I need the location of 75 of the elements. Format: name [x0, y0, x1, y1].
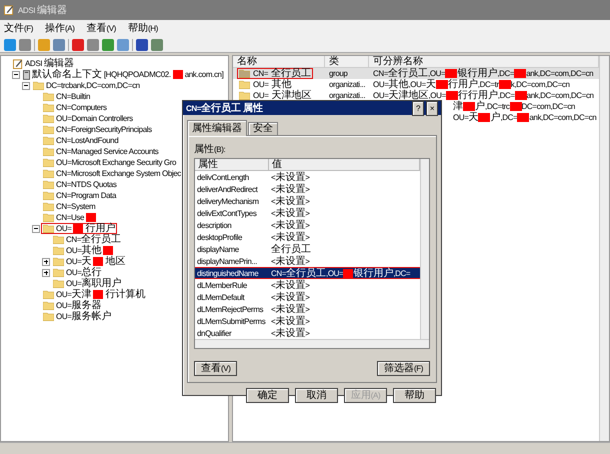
dn-cell: ank,DC=com,DC=cn: [529, 112, 596, 123]
attribute-name: deliverAndRedirect: [197, 184, 258, 194]
attribute-value: 全行员工: [271, 244, 311, 254]
dn-cell: 行行用户,DC=: [458, 90, 515, 101]
dn-cell: OU=天: [453, 112, 478, 123]
tree-item-label: 默认命名上下文 [HQHQPOADMC02.: [32, 69, 171, 80]
dn-cell: 行用户,DC=tr: [448, 79, 499, 90]
tree-item-label: OU=其他: [66, 245, 102, 256]
attribute-value: CN=全行员工,OU=: [271, 268, 344, 278]
tree-item-label: CN=Program Data: [56, 190, 116, 201]
dn-cell: 户,DC=trc: [475, 101, 510, 112]
attribute-value: <未设置>: [271, 280, 310, 290]
attribute-value: <未设置>: [271, 292, 310, 302]
tree-item-label: CN=Use: [56, 212, 84, 223]
tree-item-label: OU=离职用户: [66, 278, 122, 289]
window-title: ADSI 编辑器: [18, 4, 67, 18]
tree-item-label: CN=Builtin: [56, 91, 90, 102]
tree-item-label: ank.com.cn]: [184, 69, 224, 80]
tree-item-label: OU=天: [66, 256, 92, 267]
dn-cell: DC=com,DC=cn: [522, 101, 575, 112]
tree-item-label: CN=LostAndFound: [56, 135, 118, 146]
tree-item-label: ADSI 编辑器: [25, 58, 74, 69]
attribute-value: <未设置>: [271, 232, 310, 242]
attribute-value: <未设置>: [271, 256, 310, 266]
tree-item-label: 地区: [105, 256, 126, 267]
attribute-value: <未设置>: [271, 328, 310, 338]
tree-item-label: CN=System: [56, 201, 96, 212]
tree-item-label: OU=: [56, 223, 72, 234]
attribute-name: displayName: [197, 244, 239, 254]
tree-item-label: 行计算机: [105, 289, 146, 300]
tree-item-label: DC=trcbank,DC=com,DC=cn: [46, 80, 140, 91]
dn-cell: OU=天津地区,OU=: [373, 90, 446, 101]
attribute-name: dLMemRejectPerms: [197, 304, 264, 314]
dn-cell: 户,DC=: [490, 112, 518, 123]
attribute-value: <未设置>: [271, 208, 310, 218]
attribute-name: desktopProfile: [197, 232, 242, 242]
attribute-value: 银行用户,DC=: [353, 268, 410, 278]
tree-item-label: CN=NTDS Quotas: [56, 179, 116, 190]
attribute-name: distinguishedName: [197, 268, 258, 278]
attribute-value: <未设置>: [271, 220, 310, 230]
tree-item-label: OU=天津: [56, 289, 92, 300]
attribute-name: dLMemDefault: [197, 292, 244, 302]
tree-item-label: OU=总行: [66, 267, 102, 278]
attribute-value: <未设置>: [271, 172, 310, 182]
class-cell: organizati...: [329, 90, 366, 101]
attribute-name: delivExtContTypes: [197, 208, 256, 218]
dn-cell: CN=全行员工,OU=: [373, 68, 446, 79]
tree-item-label: OU=Domain Controllers: [56, 113, 133, 124]
dn-cell: OU=其他,OU=天: [373, 79, 436, 90]
attribute-value: <未设置>: [271, 316, 310, 326]
dn-cell: 银行用户,DC=: [457, 68, 514, 79]
tree-item-label: CN=ForeignSecurityPrincipals: [56, 124, 152, 135]
dn-cell: ank,DC=com,DC=cn: [526, 90, 594, 101]
tree-item-label: OU=服务器: [56, 300, 102, 311]
attribute-value: <未设置>: [271, 304, 310, 314]
tree-item-label: 行用户: [85, 223, 116, 234]
tree-item-label: OU=服务帐户: [56, 311, 112, 322]
attribute-name: deliveryMechanism: [197, 196, 259, 206]
dn-cell: 津: [453, 101, 463, 112]
dn-cell: ank,DC=com,DC=cn: [526, 68, 594, 79]
dn-cell: k,DC=com,DC=cn: [510, 79, 570, 90]
attribute-value: <未设置>: [271, 184, 310, 194]
attribute-name: delivContLength: [197, 172, 249, 182]
attributes-label: 属性(B):: [194, 144, 226, 156]
attribute-name: dnQualifier: [197, 328, 232, 338]
class-cell: group: [329, 68, 348, 79]
attribute-name: displayNamePrin...: [197, 256, 257, 266]
attribute-value: <未设置>: [271, 196, 310, 206]
tree-item-label: CN=Computers: [56, 102, 107, 113]
class-cell: organizati...: [329, 79, 366, 90]
attribute-name: description: [197, 220, 232, 230]
tree-item-label: CN=全行员工: [66, 234, 122, 245]
attribute-name: dLMemberRule: [197, 280, 247, 290]
attribute-name: dLMemSubmitPerms: [197, 316, 266, 326]
dialog-title: CN=全行员工 属性: [186, 102, 263, 114]
